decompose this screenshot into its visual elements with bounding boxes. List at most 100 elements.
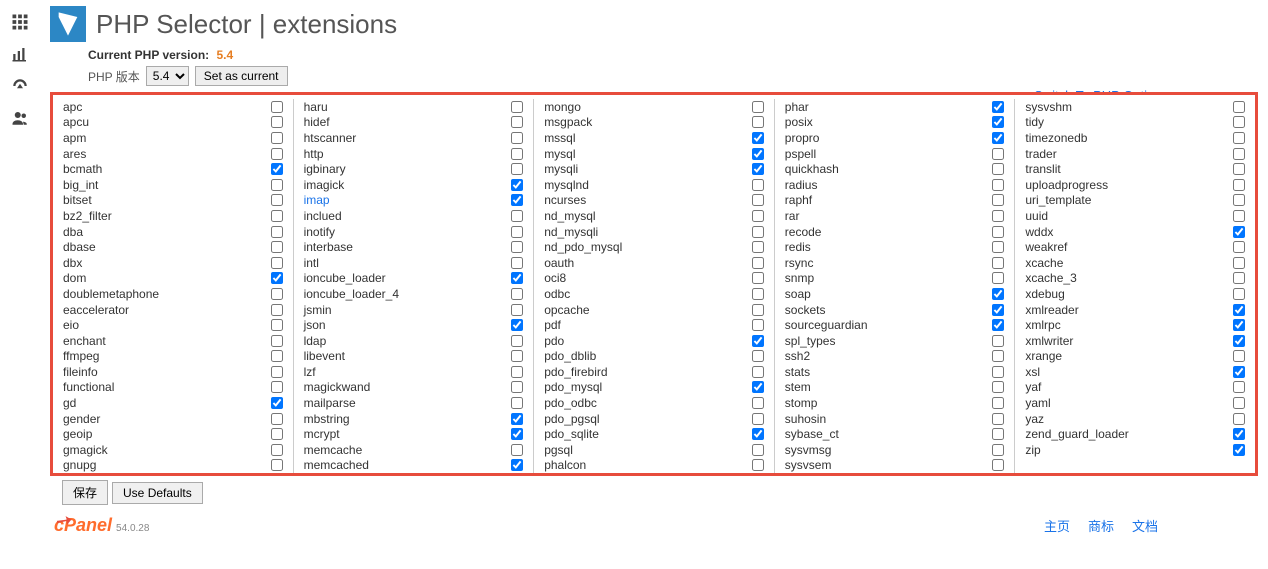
ext-label[interactable]: mongo bbox=[544, 100, 581, 114]
ext-checkbox[interactable] bbox=[271, 241, 283, 253]
ext-checkbox[interactable] bbox=[752, 397, 764, 409]
ext-label[interactable]: odbc bbox=[544, 287, 570, 301]
ext-label[interactable]: zend_guard_loader bbox=[1025, 427, 1128, 441]
ext-label[interactable]: raphf bbox=[785, 193, 812, 207]
ext-label[interactable]: pdo_sqlite bbox=[544, 427, 599, 441]
ext-label[interactable]: magickwand bbox=[304, 380, 371, 394]
ext-label[interactable]: yaz bbox=[1025, 412, 1044, 426]
ext-label[interactable]: uuid bbox=[1025, 209, 1048, 223]
ext-label[interactable]: hidef bbox=[304, 115, 330, 129]
ext-label[interactable]: mssql bbox=[544, 131, 575, 145]
ext-label[interactable]: apc bbox=[63, 100, 82, 114]
footer-link[interactable]: 主页 bbox=[1044, 519, 1070, 534]
ext-label[interactable]: snmp bbox=[785, 271, 814, 285]
ext-checkbox[interactable] bbox=[992, 101, 1004, 113]
ext-checkbox[interactable] bbox=[511, 194, 523, 206]
ext-checkbox[interactable] bbox=[992, 335, 1004, 347]
ext-checkbox[interactable] bbox=[992, 288, 1004, 300]
ext-label[interactable]: interbase bbox=[304, 240, 353, 254]
ext-checkbox[interactable] bbox=[752, 288, 764, 300]
ext-label[interactable]: lzf bbox=[304, 365, 316, 379]
ext-label[interactable]: pgsql bbox=[544, 443, 573, 457]
ext-label[interactable]: big_int bbox=[63, 178, 98, 192]
ext-label[interactable]: ncurses bbox=[544, 193, 586, 207]
ext-checkbox[interactable] bbox=[1233, 319, 1245, 331]
ext-label[interactable]: mysql bbox=[544, 147, 575, 161]
users-icon[interactable] bbox=[0, 102, 40, 134]
ext-label[interactable]: pdo_pgsql bbox=[544, 412, 599, 426]
ext-label[interactable]: xmlrpc bbox=[1025, 318, 1060, 332]
ext-checkbox[interactable] bbox=[1233, 366, 1245, 378]
ext-label[interactable]: igbinary bbox=[304, 162, 346, 176]
ext-label[interactable]: sockets bbox=[785, 303, 826, 317]
ext-checkbox[interactable] bbox=[992, 272, 1004, 284]
ext-checkbox[interactable] bbox=[271, 179, 283, 191]
ext-label[interactable]: stomp bbox=[785, 396, 818, 410]
ext-checkbox[interactable] bbox=[511, 397, 523, 409]
ext-label[interactable]: xdebug bbox=[1025, 287, 1064, 301]
ext-label[interactable]: http bbox=[304, 147, 324, 161]
ext-checkbox[interactable] bbox=[271, 101, 283, 113]
ext-checkbox[interactable] bbox=[752, 179, 764, 191]
ext-checkbox[interactable] bbox=[511, 116, 523, 128]
footer-link[interactable]: 商标 bbox=[1088, 519, 1114, 534]
ext-checkbox[interactable] bbox=[271, 304, 283, 316]
ext-label[interactable]: nd_mysql bbox=[544, 209, 595, 223]
ext-label[interactable]: libevent bbox=[304, 349, 345, 363]
ext-label[interactable]: memcached bbox=[304, 458, 369, 472]
ext-label[interactable]: memcache bbox=[304, 443, 363, 457]
set-current-button[interactable]: Set as current bbox=[195, 66, 288, 86]
ext-label[interactable]: eaccelerator bbox=[63, 303, 129, 317]
ext-label[interactable]: geoip bbox=[63, 427, 92, 441]
ext-label[interactable]: intl bbox=[304, 256, 319, 270]
ext-label[interactable]: xmlreader bbox=[1025, 303, 1078, 317]
ext-checkbox[interactable] bbox=[511, 101, 523, 113]
ext-label[interactable]: dom bbox=[63, 271, 86, 285]
ext-label[interactable]: json bbox=[304, 318, 326, 332]
ext-checkbox[interactable] bbox=[992, 116, 1004, 128]
ext-checkbox[interactable] bbox=[1233, 226, 1245, 238]
ext-checkbox[interactable] bbox=[992, 241, 1004, 253]
ext-label[interactable]: timezonedb bbox=[1025, 131, 1087, 145]
ext-checkbox[interactable] bbox=[1233, 179, 1245, 191]
ext-label[interactable]: mysqlnd bbox=[544, 178, 589, 192]
ext-label[interactable]: yaf bbox=[1025, 380, 1041, 394]
ext-label[interactable]: xmlwriter bbox=[1025, 334, 1073, 348]
ext-label[interactable]: enchant bbox=[63, 334, 106, 348]
ext-checkbox[interactable] bbox=[1233, 132, 1245, 144]
ext-label[interactable]: redis bbox=[785, 240, 811, 254]
ext-checkbox[interactable] bbox=[752, 241, 764, 253]
ext-checkbox[interactable] bbox=[752, 148, 764, 160]
ext-label[interactable]: bz2_filter bbox=[63, 209, 112, 223]
ext-checkbox[interactable] bbox=[752, 226, 764, 238]
ext-label[interactable]: htscanner bbox=[304, 131, 357, 145]
ext-checkbox[interactable] bbox=[1233, 101, 1245, 113]
ext-label[interactable]: spl_types bbox=[785, 334, 836, 348]
ext-label[interactable]: mailparse bbox=[304, 396, 356, 410]
ext-checkbox[interactable] bbox=[511, 272, 523, 284]
ext-label[interactable]: stem bbox=[785, 380, 811, 394]
ext-checkbox[interactable] bbox=[511, 381, 523, 393]
ext-checkbox[interactable] bbox=[752, 257, 764, 269]
ext-checkbox[interactable] bbox=[992, 304, 1004, 316]
ext-label[interactable]: uploadprogress bbox=[1025, 178, 1108, 192]
ext-checkbox[interactable] bbox=[752, 366, 764, 378]
ext-label[interactable]: gd bbox=[63, 396, 76, 410]
ext-checkbox[interactable] bbox=[511, 241, 523, 253]
php-version-select[interactable]: 5.4 bbox=[146, 66, 189, 86]
ext-label[interactable]: rsync bbox=[785, 256, 814, 270]
ext-label[interactable]: xsl bbox=[1025, 365, 1040, 379]
ext-checkbox[interactable] bbox=[1233, 335, 1245, 347]
stats-icon[interactable] bbox=[0, 38, 40, 70]
ext-checkbox[interactable] bbox=[511, 163, 523, 175]
ext-checkbox[interactable] bbox=[752, 319, 764, 331]
ext-checkbox[interactable] bbox=[752, 304, 764, 316]
footer-link[interactable]: 文档 bbox=[1132, 519, 1158, 534]
ext-checkbox[interactable] bbox=[511, 413, 523, 425]
ext-checkbox[interactable] bbox=[992, 226, 1004, 238]
ext-checkbox[interactable] bbox=[271, 210, 283, 222]
ext-label[interactable]: weakref bbox=[1025, 240, 1067, 254]
ext-label[interactable]: bitset bbox=[63, 193, 92, 207]
ext-label[interactable]: nd_mysqli bbox=[544, 225, 598, 239]
ext-checkbox[interactable] bbox=[752, 210, 764, 222]
